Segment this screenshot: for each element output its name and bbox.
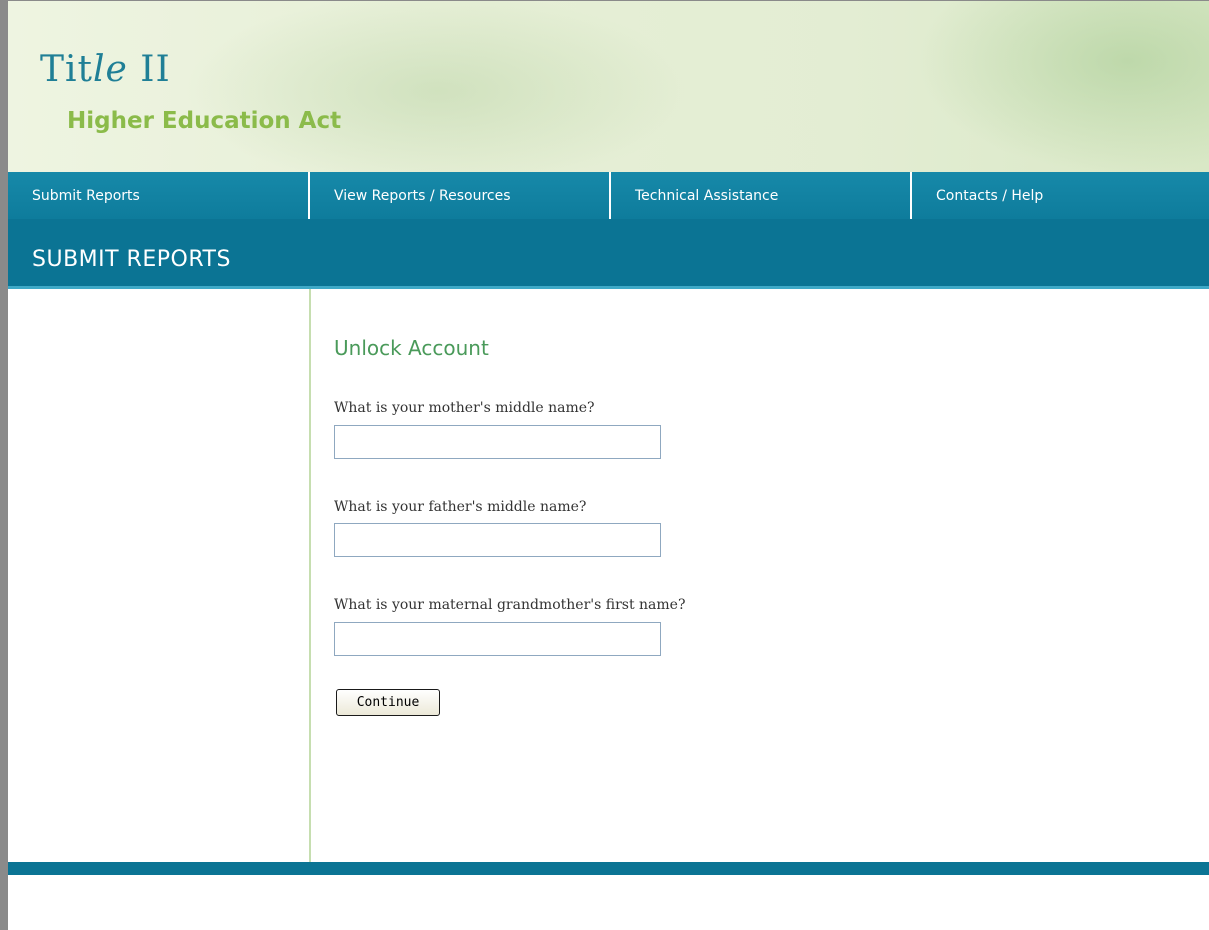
site-header: Title II Higher Education Act [8, 1, 1209, 172]
nav-item-view-reports-resources[interactable]: View Reports / Resources [310, 172, 611, 219]
section-bar: SUBMIT REPORTS [8, 219, 1209, 289]
footer [8, 875, 1209, 930]
father-middle-name-input[interactable] [334, 523, 661, 557]
section-title: SUBMIT REPORTS [32, 247, 231, 272]
logo-title-suffix: II [127, 49, 171, 90]
father-middle-name-label: What is your father's middle name? [334, 499, 587, 515]
footer-bar [8, 862, 1209, 875]
logo-title-italic-part: le [93, 49, 128, 90]
main-nav: Submit Reports View Reports / Resources … [8, 172, 1209, 219]
nav-item-submit-reports[interactable]: Submit Reports [8, 172, 310, 219]
nav-item-contacts-help[interactable]: Contacts / Help [912, 172, 1209, 219]
logo-title-part: Tit [40, 49, 93, 90]
continue-button[interactable]: Continue [336, 689, 440, 716]
nav-item-technical-assistance[interactable]: Technical Assistance [611, 172, 912, 219]
grandmother-first-name-input[interactable] [334, 622, 661, 656]
mother-middle-name-label: What is your mother's middle name? [334, 400, 595, 416]
page-title: Unlock Account [334, 336, 489, 360]
logo-subtitle: Higher Education Act [67, 108, 342, 134]
left-sidebar [8, 289, 309, 862]
grandmother-first-name-label: What is your maternal grandmother's firs… [334, 597, 686, 613]
content-divider [309, 289, 311, 862]
mother-middle-name-input[interactable] [334, 425, 661, 459]
main-content: Unlock Account What is your mother's mid… [334, 289, 1194, 862]
logo-title[interactable]: Title II [40, 49, 171, 90]
